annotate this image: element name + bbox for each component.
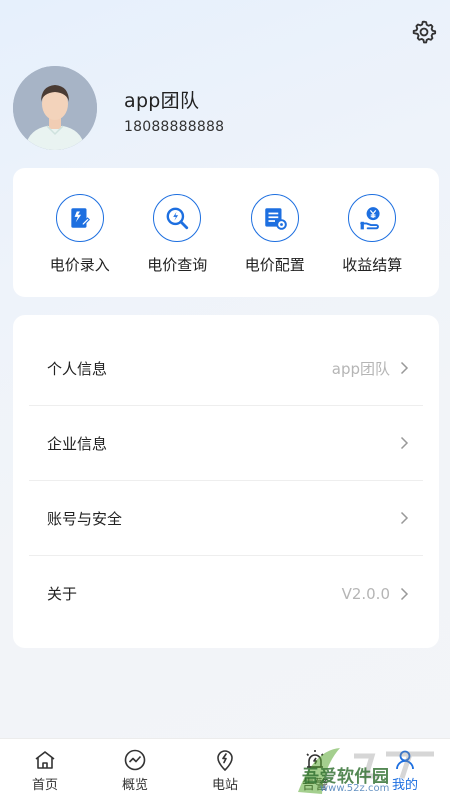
alarm-icon [306, 750, 324, 768]
quick-action-label: 电价配置 [244, 256, 305, 274]
profile-phone: 18088888888 [124, 118, 225, 135]
bottom-tab-bar: 首页 概览 电站 告警 我的 [0, 738, 450, 800]
tab-label: 告警 [301, 778, 328, 793]
revenue-settlement-icon [348, 194, 397, 242]
menu-item-value: V2.0.0 [341, 584, 390, 603]
price-query-icon [153, 194, 202, 242]
tab-alarm[interactable]: 告警 [270, 739, 360, 800]
menu-item-about[interactable]: 关于 V2.0.0 [29, 556, 423, 631]
tab-label: 首页 [31, 778, 58, 793]
chevron-right-icon [400, 361, 409, 375]
overview-icon [124, 749, 146, 771]
price-entry-icon [55, 194, 104, 242]
settings-menu-card: 个人信息 app团队 企业信息 账号与安全 关于 V2.0.0 [13, 315, 439, 648]
quick-action-label: 电价录入 [49, 256, 110, 274]
menu-item-label: 关于 [47, 585, 78, 603]
user-icon [396, 750, 414, 770]
menu-item-personal-info[interactable]: 个人信息 app团队 [29, 331, 423, 406]
tab-overview[interactable]: 概览 [90, 739, 180, 800]
chevron-right-icon [400, 436, 409, 450]
tab-label: 电站 [211, 778, 238, 793]
chevron-right-icon [400, 511, 409, 525]
quick-actions-card: 电价录入 电价查询 电价配置 收益结算 [13, 168, 439, 297]
quick-action-label: 电价查询 [147, 256, 208, 274]
tab-home[interactable]: 首页 [0, 739, 90, 800]
settings-button[interactable] [410, 18, 438, 46]
menu-item-company-info[interactable]: 企业信息 [29, 406, 423, 481]
menu-item-label: 账号与安全 [47, 509, 123, 528]
price-config-icon [250, 194, 299, 242]
quick-action-price-entry[interactable]: 电价录入 [40, 168, 120, 297]
station-icon [217, 750, 233, 771]
tab-mine[interactable]: 我的 [360, 739, 450, 800]
quick-action-price-query[interactable]: 电价查询 [137, 168, 217, 297]
avatar[interactable] [13, 66, 97, 150]
menu-item-label: 企业信息 [47, 434, 108, 453]
quick-action-label: 收益结算 [342, 256, 403, 274]
menu-item-value: app团队 [331, 359, 390, 378]
profile-name: app团队 [124, 89, 200, 112]
menu-item-account-security[interactable]: 账号与安全 [29, 481, 423, 556]
tab-label: 我的 [391, 778, 418, 793]
quick-action-revenue-settlement[interactable]: 收益结算 [332, 168, 412, 297]
gear-icon [412, 20, 437, 44]
chevron-right-icon [400, 587, 409, 600]
avatar-image [13, 66, 97, 150]
menu-item-label: 个人信息 [47, 359, 108, 378]
tab-station[interactable]: 电站 [180, 739, 270, 800]
quick-action-price-config[interactable]: 电价配置 [235, 168, 315, 297]
profile-header[interactable]: app团队 18088888888 [13, 66, 224, 150]
tab-label: 概览 [121, 778, 148, 793]
home-icon [35, 751, 55, 769]
